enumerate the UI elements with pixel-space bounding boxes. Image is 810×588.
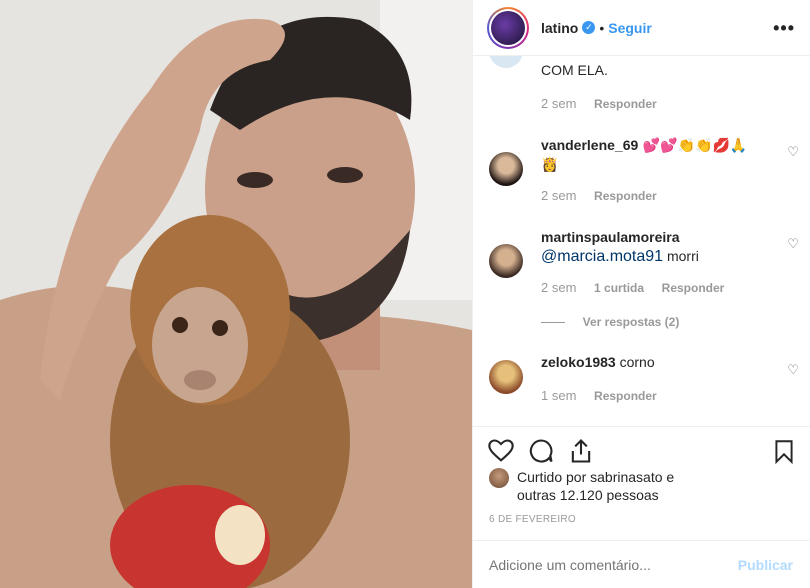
list-item: zeloko1983 corno (541, 354, 761, 372)
view-replies-button[interactable]: Ver respostas (2) (583, 315, 680, 329)
comment-username[interactable]: martinspaulamoreira (541, 229, 680, 245)
follow-button[interactable]: Seguir (608, 20, 652, 36)
view-replies[interactable]: Ver respostas (2) (541, 314, 679, 329)
reply-button[interactable]: Responder (594, 189, 657, 203)
comment-avatar[interactable] (489, 244, 523, 278)
avatar-image (491, 10, 525, 45)
verified-badge-icon: ✓ (582, 21, 596, 34)
comment-time: 1 sem (541, 388, 577, 403)
like-comment-icon[interactable]: ♡ (787, 236, 799, 252)
heart-icon[interactable] (487, 437, 515, 465)
comment-text-line2: 👸 (541, 156, 559, 172)
likes-line1: Curtido por sabrinasato e (517, 469, 675, 485)
avatar[interactable] (487, 6, 529, 49)
likes-summary[interactable]: Curtido por sabrinasato e outras 12.120 … (489, 468, 809, 504)
likes-count[interactable]: 1 curtida (594, 281, 644, 295)
comment-time: 2 sem (541, 96, 577, 111)
comments-list[interactable]: COM ELA. 2 sem Responder vanderlene_69 💕… (473, 56, 810, 426)
list-item: vanderlene_69 💕💕👏👏💋🙏 👸 (541, 136, 761, 174)
comment-text: morri (663, 248, 699, 264)
post-header: latino ✓ • Seguir ••• (473, 0, 810, 56)
comment-meta: 2 sem Responder (541, 188, 657, 203)
post-date[interactable]: 6 DE FEVEREIRO (489, 514, 576, 525)
comment-time: 2 sem (541, 280, 577, 295)
comment-text: 💕💕👏👏💋🙏 (642, 137, 748, 153)
comment-meta: 2 sem 1 curtida Responder (541, 280, 724, 295)
comment-username[interactable]: vanderlene_69 (541, 137, 638, 153)
comment-avatar[interactable] (489, 56, 523, 68)
comment-avatar[interactable] (489, 152, 523, 186)
instagram-post: latino ✓ • Seguir ••• COM ELA. 2 sem Res… (0, 0, 810, 588)
reply-button[interactable]: Responder (594, 97, 657, 111)
comment-meta: 2 sem Responder (541, 96, 657, 111)
comment-mention[interactable]: @marcia.mota91 (541, 248, 663, 265)
separator-dot: • (599, 19, 605, 36)
comment-input[interactable] (489, 557, 719, 573)
list-item: martinspaulamoreira @marcia.mota91 morri (541, 228, 761, 266)
avatar-inner (489, 8, 527, 47)
comment-time: 2 sem (541, 188, 577, 203)
username-link[interactable]: latino (541, 20, 578, 36)
comment-icon[interactable] (527, 437, 555, 465)
reply-button[interactable]: Responder (662, 281, 725, 295)
comment-username[interactable]: zeloko1983 (541, 354, 616, 370)
likes-line2: outras 12.120 pessoas (517, 487, 659, 503)
photo-illustration (0, 0, 472, 588)
publish-button[interactable]: Publicar (738, 557, 793, 573)
comment-avatar[interactable] (489, 360, 523, 394)
comment-composer: Publicar (473, 540, 810, 588)
comment-text: COM ELA. (541, 62, 608, 78)
post-photo[interactable] (0, 0, 472, 588)
comment-meta: 1 sem Responder (541, 388, 657, 403)
replies-line (541, 322, 565, 324)
bookmark-icon[interactable] (771, 437, 797, 465)
reply-button[interactable]: Responder (594, 389, 657, 403)
comment-text: corno (615, 354, 655, 370)
like-comment-icon[interactable]: ♡ (787, 144, 799, 160)
liker-avatar[interactable] (489, 468, 509, 488)
more-options-icon[interactable]: ••• (773, 18, 795, 39)
share-icon[interactable] (567, 437, 595, 465)
like-comment-icon[interactable]: ♡ (787, 362, 799, 378)
post-sidebar: latino ✓ • Seguir ••• COM ELA. 2 sem Res… (472, 0, 810, 588)
